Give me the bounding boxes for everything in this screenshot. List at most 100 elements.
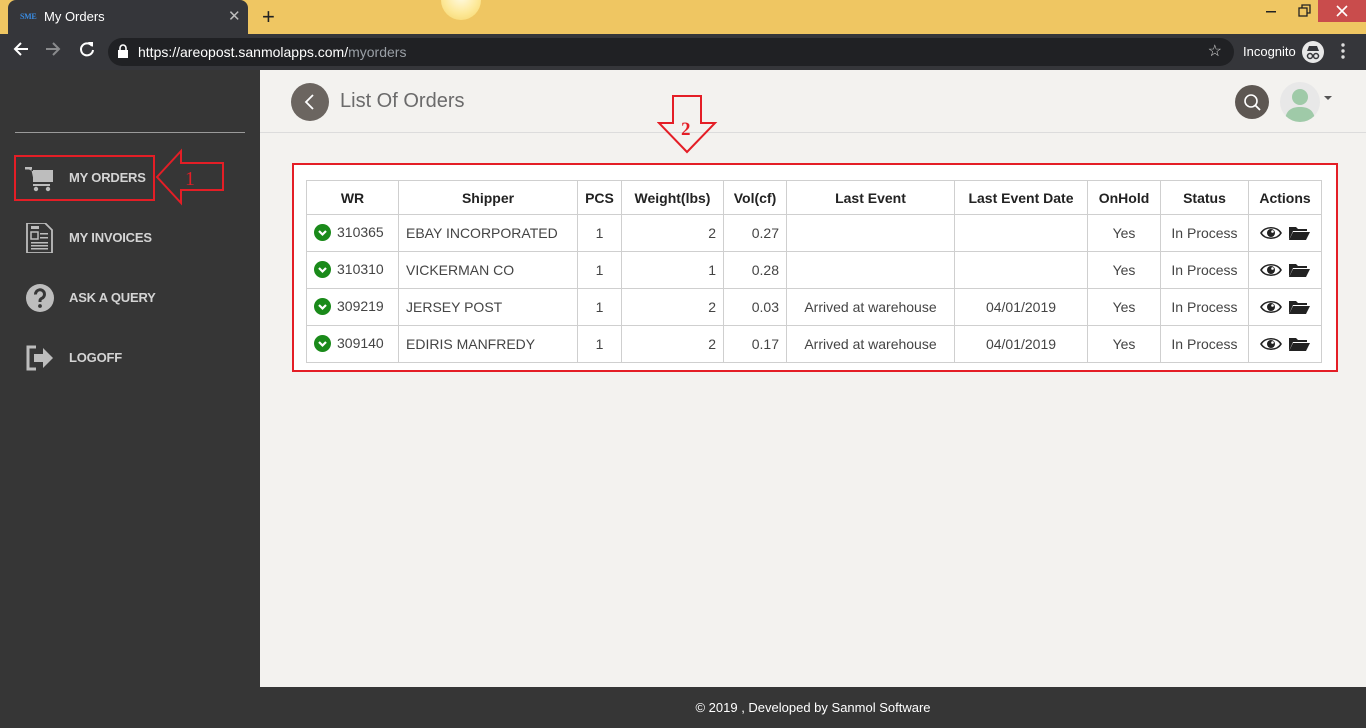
favicon-icon: SME bbox=[20, 12, 37, 21]
user-menu-caret-icon[interactable] bbox=[1324, 96, 1332, 100]
sidebar-item-ask-a-query[interactable]: ASK A QUERY bbox=[15, 275, 245, 321]
status-cell: In Process bbox=[1160, 288, 1249, 326]
minimize-icon bbox=[1266, 11, 1276, 13]
restore-button[interactable] bbox=[1290, 0, 1320, 22]
eye-icon[interactable] bbox=[1260, 225, 1282, 241]
last-event-cell bbox=[786, 214, 955, 252]
weight-cell: 2 bbox=[621, 325, 724, 363]
wr-number: 310365 bbox=[337, 224, 384, 241]
user-avatar[interactable] bbox=[1280, 82, 1320, 122]
orders-panel: WR Shipper PCS Weight(lbs) Vol(cf) Last … bbox=[292, 163, 1338, 372]
user-icon bbox=[1285, 89, 1315, 122]
sidebar-item-my-invoices[interactable]: MY INVOICES bbox=[15, 215, 245, 261]
column-header-onhold[interactable]: OnHold bbox=[1087, 180, 1161, 215]
annotation-arrow-1: 1 bbox=[155, 148, 224, 206]
column-header-last-event-date[interactable]: Last Event Date bbox=[954, 180, 1088, 215]
vol-cell: 0.17 bbox=[723, 325, 787, 363]
expand-check-icon[interactable] bbox=[314, 297, 331, 315]
tab-close-icon[interactable]: ✕ bbox=[228, 7, 241, 25]
incognito-icon[interactable] bbox=[1302, 41, 1324, 63]
folder-open-icon[interactable] bbox=[1288, 262, 1310, 278]
forward-arrow-icon[interactable] bbox=[44, 40, 62, 63]
wr-cell[interactable]: 310365 bbox=[306, 214, 399, 252]
column-header-status[interactable]: Status bbox=[1160, 180, 1249, 215]
last-event-date-cell: 04/01/2019 bbox=[954, 325, 1088, 363]
annotation-arrow-2: 2 bbox=[657, 95, 718, 154]
question-icon bbox=[26, 284, 54, 312]
eye-icon[interactable] bbox=[1260, 336, 1282, 352]
back-button[interactable] bbox=[291, 83, 329, 121]
expand-check-icon[interactable] bbox=[314, 223, 331, 241]
reload-icon[interactable] bbox=[78, 40, 96, 63]
sidebar-divider bbox=[15, 132, 245, 133]
eye-icon[interactable] bbox=[1260, 299, 1282, 315]
table-row[interactable]: 310365 EBAY INCORPORATED 1 2 0.27 Yes In… bbox=[306, 214, 1322, 252]
decorative-sun bbox=[441, 0, 481, 20]
column-header-shipper[interactable]: Shipper bbox=[398, 180, 578, 215]
url-text: https://areopost.sanmolapps.com/myorders bbox=[138, 44, 406, 60]
wr-cell[interactable]: 310310 bbox=[306, 251, 399, 289]
last-event-date-cell bbox=[954, 214, 1088, 252]
sidebar-item-logoff[interactable]: LOGOFF bbox=[15, 335, 245, 381]
wr-cell[interactable]: 309140 bbox=[306, 325, 399, 363]
table-row[interactable]: 309219 JERSEY POST 1 2 0.03 Arrived at w… bbox=[306, 288, 1322, 326]
folder-open-icon[interactable] bbox=[1288, 336, 1310, 352]
tab-title: My Orders bbox=[44, 9, 105, 24]
status-cell: In Process bbox=[1160, 214, 1249, 252]
actions-cell bbox=[1248, 214, 1322, 252]
window-close-button[interactable] bbox=[1318, 0, 1366, 22]
search-button[interactable] bbox=[1235, 85, 1269, 119]
back-arrow-icon[interactable] bbox=[12, 40, 30, 63]
pcs-cell: 1 bbox=[577, 214, 622, 252]
last-event-date-cell: 04/01/2019 bbox=[954, 288, 1088, 326]
restore-icon bbox=[1298, 4, 1311, 17]
column-header-weight[interactable]: Weight(lbs) bbox=[621, 180, 724, 215]
folder-open-icon[interactable] bbox=[1288, 299, 1310, 315]
shipper-cell: VICKERMAN CO bbox=[398, 251, 578, 289]
expand-check-icon[interactable] bbox=[314, 260, 331, 278]
shipper-cell: EDIRIS MANFREDY bbox=[398, 325, 578, 363]
vol-cell: 0.27 bbox=[723, 214, 787, 252]
browser-tab[interactable]: SME My Orders ✕ bbox=[8, 0, 248, 34]
last-event-date-cell bbox=[954, 251, 1088, 289]
wr-number: 310310 bbox=[337, 261, 384, 278]
new-tab-button[interactable]: + bbox=[262, 4, 275, 30]
incognito-label: Incognito bbox=[1243, 44, 1296, 59]
page-title: List Of Orders bbox=[340, 90, 465, 112]
onhold-cell: Yes bbox=[1087, 288, 1161, 326]
last-event-cell: Arrived at warehouse bbox=[786, 325, 955, 363]
actions-cell bbox=[1248, 288, 1322, 326]
sidebar-item-label: ASK A QUERY bbox=[69, 290, 156, 305]
wr-cell[interactable]: 309219 bbox=[306, 288, 399, 326]
annotation-label-2: 2 bbox=[681, 119, 691, 140]
browser-menu-icon[interactable] bbox=[1338, 42, 1348, 60]
column-header-last-event[interactable]: Last Event bbox=[786, 180, 955, 215]
table-row[interactable]: 309140 EDIRIS MANFREDY 1 2 0.17 Arrived … bbox=[306, 325, 1322, 363]
annotation-highlight-box-1 bbox=[14, 155, 155, 201]
eye-icon[interactable] bbox=[1260, 262, 1282, 278]
main-content: List Of Orders 2 WR Shipper PCS Weight(l… bbox=[260, 70, 1366, 687]
column-header-vol[interactable]: Vol(cf) bbox=[723, 180, 787, 215]
last-event-cell bbox=[786, 251, 955, 289]
chevron-left-icon bbox=[304, 94, 314, 110]
pcs-cell: 1 bbox=[577, 325, 622, 363]
status-cell: In Process bbox=[1160, 325, 1249, 363]
pcs-cell: 1 bbox=[577, 251, 622, 289]
onhold-cell: Yes bbox=[1087, 251, 1161, 289]
address-bar[interactable]: https://areopost.sanmolapps.com/myorders… bbox=[108, 38, 1234, 66]
bookmark-star-icon[interactable]: ☆ bbox=[1208, 41, 1222, 61]
logoff-icon bbox=[26, 345, 53, 371]
close-icon bbox=[1336, 5, 1348, 17]
column-header-pcs[interactable]: PCS bbox=[577, 180, 622, 215]
last-event-cell: Arrived at warehouse bbox=[786, 288, 955, 326]
onhold-cell: Yes bbox=[1087, 214, 1161, 252]
weight-cell: 2 bbox=[621, 288, 724, 326]
table-row[interactable]: 310310 VICKERMAN CO 1 1 0.28 Yes In Proc… bbox=[306, 251, 1322, 289]
minimize-button[interactable] bbox=[1254, 0, 1288, 22]
url-host: https://areopost.sanmolapps.com/ bbox=[138, 44, 349, 60]
expand-check-icon[interactable] bbox=[314, 334, 331, 352]
folder-open-icon[interactable] bbox=[1288, 225, 1310, 241]
status-cell: In Process bbox=[1160, 251, 1249, 289]
onhold-cell: Yes bbox=[1087, 325, 1161, 363]
column-header-wr[interactable]: WR bbox=[306, 180, 399, 215]
